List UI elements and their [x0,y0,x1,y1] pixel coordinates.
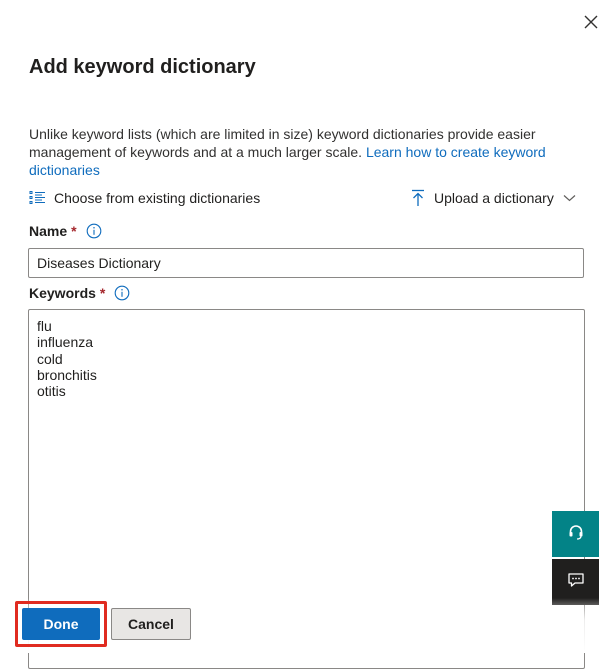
cancel-button[interactable]: Cancel [111,608,191,640]
chevron-down-icon [563,194,576,202]
upload-dictionary-button[interactable]: Upload a dictionary [410,188,576,208]
required-indicator: * [71,223,77,239]
headset-icon [567,523,585,546]
list-icon [29,190,46,206]
close-icon [583,14,599,35]
close-button[interactable] [578,11,604,37]
panel-description: Unlike keyword lists (which are limited … [29,125,549,179]
keyword-line: otitis [37,383,66,400]
name-input[interactable] [28,248,584,278]
upload-icon [410,189,426,207]
name-label-text: Name [29,223,68,239]
name-field-label: Name * [29,221,102,241]
choose-existing-label: Choose from existing dictionaries [54,190,261,206]
done-button[interactable]: Done [22,608,100,640]
add-keyword-dictionary-panel: Add keyword dictionary Unlike keyword li… [0,0,615,669]
info-icon[interactable] [86,223,102,239]
choose-existing-dictionaries-button[interactable]: Choose from existing dictionaries [29,188,260,208]
info-icon[interactable] [114,285,130,301]
keyword-line: cold [37,350,63,367]
keyword-line: influenza [37,334,94,351]
required-indicator: * [99,285,106,301]
feedback-icon [567,571,585,594]
panel-title: Add keyword dictionary [29,56,256,78]
keyword-line: bronchitis [37,366,97,383]
keywords-label-text: Keywords [29,285,96,301]
keywords-field-label: Keywords * [29,283,130,303]
help-button[interactable] [552,511,599,557]
keyword-line: flu [37,318,52,334]
upload-dictionary-label: Upload a dictionary [434,190,554,206]
